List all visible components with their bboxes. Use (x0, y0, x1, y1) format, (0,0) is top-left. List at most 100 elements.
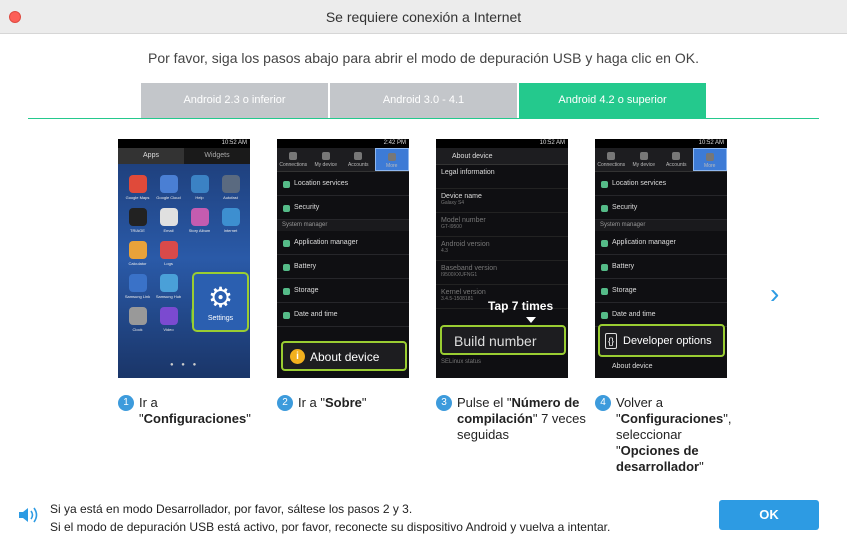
phone-screenshot-developer: 10:52 AM Connections My device Accounts … (595, 139, 727, 378)
step-text: Ir a "Sobre" (298, 395, 367, 410)
speaker-icon (19, 507, 38, 523)
settings-list: Location services Security System manage… (595, 172, 727, 327)
down-arrow-icon (526, 317, 536, 323)
callout-label: Build number (454, 333, 537, 349)
tab-android-4-2[interactable]: Android 4.2 o superior (519, 83, 706, 118)
list-item: Security (277, 196, 409, 220)
about-header: About device (436, 148, 568, 165)
apps-tab: Apps (118, 148, 184, 164)
list-item: Location services (595, 172, 727, 196)
app-label: Help (195, 195, 204, 200)
app-label: TRIAGE (130, 228, 145, 233)
list-item: Storage (595, 279, 727, 303)
footer-line-2: Si el modo de depuración USB está activo… (50, 520, 611, 534)
step-text: Ir a "Configuraciones" (139, 395, 251, 426)
dialog-window: Se requiere conexión a Internet Por favo… (0, 0, 847, 557)
tab-android-3-0[interactable]: Android 3.0 - 4.1 (330, 83, 517, 118)
list-item: Security (595, 196, 727, 220)
gear-icon: ⚙ (207, 281, 234, 313)
phone-screenshot-about: 10:52 AM About device Legal information … (436, 139, 568, 378)
build-number-callout: Build number (440, 325, 566, 355)
ok-button[interactable]: OK (719, 500, 819, 530)
app-label: Samsung Link (124, 294, 151, 299)
app-icon-glyph (191, 241, 209, 259)
step-number: 3 (436, 395, 452, 411)
app-icon-glyph (222, 241, 240, 259)
list-item: Android version 4.3 (436, 237, 568, 261)
title-bar: Se requiere conexión a Internet (0, 0, 847, 34)
list-item: Battery (277, 255, 409, 279)
app-icon-glyph (159, 175, 178, 193)
status-bar: 2:42 PM (277, 139, 409, 148)
app-icon: Samsung Link (122, 274, 153, 299)
phone-screenshot-apps: 10:52 AM Apps Widgets Google Maps Google … (118, 139, 250, 378)
list-item: Application manager (277, 231, 409, 255)
tab-divider (28, 118, 819, 119)
step-number: 2 (277, 395, 293, 411)
app-icon: Clock (122, 307, 153, 332)
app-label: Google Cloud (156, 195, 181, 200)
app-label: Internet (223, 228, 238, 233)
app-icon-glyph (159, 274, 178, 292)
tab-my-device: My device (310, 148, 343, 171)
tab-accounts: Accounts (660, 148, 693, 171)
tab-android-2-3[interactable]: Android 2.3 o inferior (141, 83, 328, 118)
app-icon-glyph (190, 175, 209, 193)
next-arrow-icon[interactable]: › (770, 280, 779, 308)
tab-more: More (692, 148, 727, 171)
app-label: Clock (132, 327, 143, 332)
step-2: 2 Ir a "Sobre" (277, 395, 427, 411)
app-icon: Google Cloud (153, 175, 184, 200)
widgets-tab: Widgets (204, 152, 230, 159)
status-bar: 10:52 AM (436, 139, 568, 148)
callout-label: Developer options (623, 335, 712, 347)
app-label: Logs (164, 261, 173, 266)
tab-connections: Connections (595, 148, 628, 171)
instruction-text: Por favor, siga los pasos abajo para abr… (148, 50, 699, 66)
settings-app-highlight: ⚙ Settings (192, 272, 249, 332)
about-device-row: About device (612, 363, 653, 370)
app-icon-glyph (159, 307, 178, 325)
app-icon-glyph (128, 307, 147, 325)
list-item: Application manager (595, 231, 727, 255)
app-icon-glyph (221, 175, 240, 193)
footer-note: Si ya está en modo Desarrollador, por fa… (50, 500, 610, 536)
list-item: Storage (277, 279, 409, 303)
app-icon-glyph (221, 208, 240, 226)
step-number: 4 (595, 395, 611, 411)
tab-more: More (374, 148, 409, 171)
info-icon: i (290, 349, 305, 364)
step-3: 3 Pulse el "Número de compilación" 7 vec… (436, 395, 586, 443)
app-label: Calculator (128, 261, 147, 266)
section-header: System manager (277, 220, 409, 231)
footer-line-1: Si ya está en modo Desarrollador, por fa… (50, 502, 413, 516)
developer-options-callout: {} Developer options (598, 324, 725, 357)
list-item: Battery (595, 255, 727, 279)
app-icon-glyph (128, 208, 147, 226)
list-item: Model number GT-I9500 (436, 213, 568, 237)
settings-label: Settings (207, 314, 234, 322)
about-device-callout: i About device (281, 341, 407, 371)
app-icon: Story Album (184, 208, 215, 233)
app-label: Google Maps (125, 195, 150, 200)
callout-label: About device (310, 350, 380, 364)
app-icon: Google Maps (122, 175, 153, 200)
app-label: Story Album (188, 228, 211, 233)
app-icon: TRIAGE (122, 208, 153, 233)
tap-label: Tap 7 times (488, 299, 554, 313)
list-item: Legal information (436, 165, 568, 189)
braces-icon: {} (605, 333, 617, 349)
app-icon: Email (153, 208, 184, 233)
app-icon: Video (153, 307, 184, 332)
app-icon (184, 241, 215, 266)
app-icon-glyph (128, 241, 147, 259)
app-label: Autofast (223, 195, 238, 200)
list-item: Location services (277, 172, 409, 196)
app-icon: Internet (215, 208, 246, 233)
about-list: Legal information Device name Galaxy S4 M… (436, 165, 568, 309)
app-icon: Autofast (215, 175, 246, 200)
settings-list: Location services Security System manage… (277, 172, 409, 327)
tab-my-device: My device (628, 148, 661, 171)
app-icon-glyph (190, 208, 209, 226)
section-header: System manager (595, 220, 727, 231)
